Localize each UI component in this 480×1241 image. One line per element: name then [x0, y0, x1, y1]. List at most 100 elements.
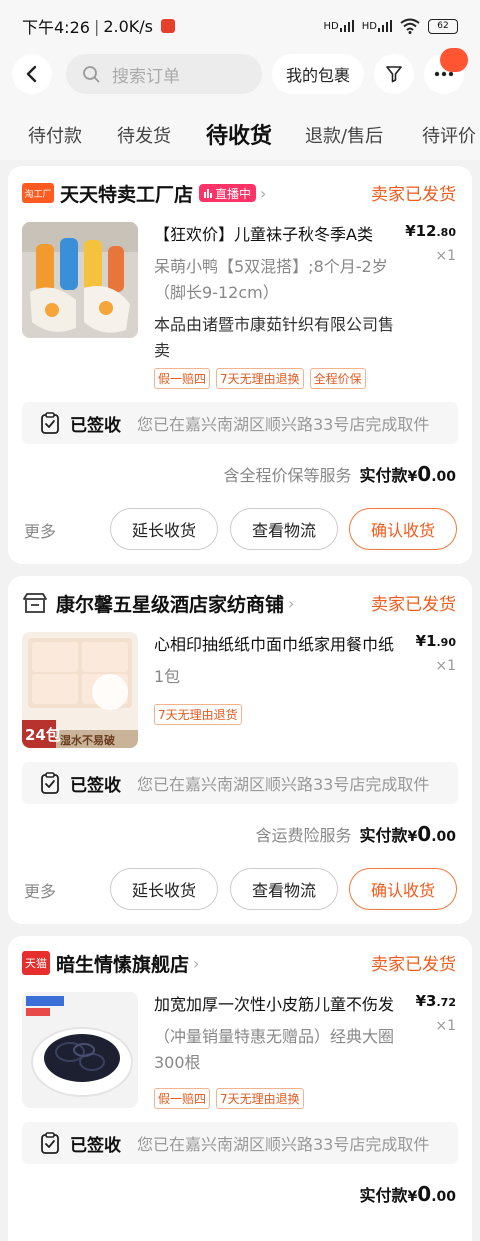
service-tag: 7天无理由退换: [216, 1088, 304, 1109]
confirm-receipt-button[interactable]: 确认收货: [349, 868, 457, 910]
tab-pending-receipt[interactable]: 待收货: [206, 118, 272, 150]
product-quantity: ×1: [435, 248, 456, 264]
clipboard-check-icon: [41, 412, 59, 434]
order-card[interactable]: 淘工厂 天天特卖工厂店 直播中 › 卖家已发货 【狂欢价】儿童袜子秋冬季A类 呆…: [8, 166, 472, 564]
product-price: ¥3.72: [416, 992, 456, 1010]
signal-label-2: HD: [361, 21, 377, 32]
paid-currency: ¥: [407, 1189, 418, 1205]
shop-name: 天天特卖工厂店: [60, 183, 194, 206]
product-price: ¥1.90: [416, 632, 456, 650]
logistics-status: 已签收: [70, 415, 121, 436]
order-card[interactable]: 天猫 暗生情愫旗舰店 › 卖家已发货 加宽加厚一次性小皮筋儿童不伤发 （冲量销量…: [8, 936, 472, 1241]
shop-header[interactable]: 天猫 暗生情愫旗舰店 ›: [22, 950, 199, 976]
search-row: 搜索订单 我的包裹: [0, 52, 480, 96]
view-logistics-button[interactable]: 查看物流: [230, 508, 338, 550]
search-icon: [83, 66, 100, 83]
paid-label: 实付款: [359, 826, 408, 845]
paid-label: 实付款: [359, 466, 408, 485]
product-image[interactable]: [22, 992, 138, 1108]
tab-pending-payment[interactable]: 待付款: [28, 122, 82, 148]
logistics-bar[interactable]: 已签收 您已在嘉兴南湖区顺兴路33号店完成取件: [22, 762, 458, 804]
extend-receipt-button[interactable]: 延长收货: [110, 508, 218, 550]
my-package-button[interactable]: 我的包裹: [272, 54, 364, 94]
service-tags: 假一赔四 7天无理由退换: [154, 1088, 304, 1109]
search-placeholder: 搜索订单: [112, 66, 180, 87]
logistics-detail: 您已在嘉兴南湖区顺兴路33号店完成取件: [137, 775, 430, 794]
filter-button[interactable]: [374, 54, 414, 94]
product-price: ¥12.80: [405, 222, 456, 240]
status-time: 下午4:26: [22, 18, 90, 37]
view-logistics-button[interactable]: 查看物流: [230, 868, 338, 910]
order-card[interactable]: 康尔馨五星级酒店家纺商铺 › 卖家已发货 24包 湿水不易破 心相印抽纸纸巾面巾…: [8, 576, 472, 924]
paid-integer: 0: [417, 462, 432, 486]
paid-decimal: .00: [431, 1189, 456, 1205]
shop-name: 暗生情愫旗舰店: [56, 953, 190, 976]
tab-pending-review[interactable]: 待评价: [422, 122, 476, 148]
tab-refund-aftersale[interactable]: 退款/售后: [305, 122, 383, 148]
logistics-status: 已签收: [70, 1135, 121, 1156]
price-decimal: .80: [436, 226, 457, 239]
product-title[interactable]: 心相印抽纸纸巾面巾纸家用餐巾纸: [154, 632, 406, 658]
status-speed: 2.0K/s: [103, 16, 153, 36]
shop-name: 康尔馨五星级酒店家纺商铺: [56, 593, 285, 616]
paid-amount: ¥0.00: [408, 1182, 456, 1206]
chevron-right-icon: ›: [260, 183, 267, 203]
product-quantity: ×1: [435, 658, 456, 674]
price-integer: ¥12: [405, 222, 437, 240]
price-integer: ¥3: [415, 992, 437, 1010]
order-status: 卖家已发货: [371, 185, 456, 205]
product-spec: 呆萌小鸭【5双混搭】;8个月-2岁（脚长9-12cm）: [154, 257, 388, 302]
chevron-left-icon: [26, 65, 37, 83]
product-spec: （冲量销量特惠无赠品）经典大圈300根: [154, 1027, 395, 1072]
taogongchang-logo-icon: 淘工厂: [22, 183, 54, 203]
logistics-bar[interactable]: 已签收 您已在嘉兴南湖区顺兴路33号店完成取件: [22, 402, 458, 444]
tab-pending-shipment[interactable]: 待发货: [117, 122, 171, 148]
filter-icon: [386, 66, 402, 83]
service-note: 含全程价保等服务: [223, 466, 352, 485]
product-title[interactable]: 加宽加厚一次性小皮筋儿童不伤发: [154, 992, 406, 1018]
paid-integer: 0: [417, 1182, 432, 1206]
product-title[interactable]: 【狂欢价】儿童袜子秋冬季A类: [154, 222, 406, 248]
shop-logo-text: 淘工厂: [24, 189, 52, 200]
confirm-receipt-button[interactable]: 确认收货: [349, 508, 457, 550]
live-badge: 直播中: [199, 184, 257, 202]
paid-decimal: .00: [431, 469, 456, 485]
payment-summary: 含全程价保等服务 实付款 ¥0.00: [223, 462, 456, 486]
search-input[interactable]: 搜索订单: [66, 54, 262, 94]
service-tag: 全程价保: [309, 368, 366, 389]
seller-note: 本品由诸暨市康茹针织有限公司售卖: [154, 315, 395, 360]
product-spec: 1包: [154, 667, 181, 686]
back-button[interactable]: [12, 54, 52, 94]
price-decimal: .72: [436, 996, 457, 1009]
battery-icon: 62: [428, 18, 458, 34]
chevron-right-icon: ›: [288, 593, 295, 613]
service-tags: 假一赔四 7天无理由退换 全程价保: [154, 368, 366, 389]
product-image[interactable]: [22, 222, 138, 338]
clipboard-check-icon: [41, 772, 59, 794]
paid-integer: 0: [417, 822, 432, 846]
paid-currency: ¥: [407, 469, 418, 485]
service-tag: 假一赔四: [154, 368, 211, 389]
logistics-status: 已签收: [70, 775, 121, 796]
service-tags: 7天无理由退货: [154, 704, 242, 725]
logistics-bar[interactable]: 已签收 您已在嘉兴南湖区顺兴路33号店完成取件: [22, 1122, 458, 1164]
paid-currency: ¥: [407, 829, 418, 845]
paid-decimal: .00: [431, 829, 456, 845]
logistics-detail: 您已在嘉兴南湖区顺兴路33号店完成取件: [137, 415, 430, 434]
shop-logo-text: 天猫: [25, 957, 47, 970]
chevron-right-icon: ›: [193, 953, 200, 973]
live-badge-label: 直播中: [215, 186, 252, 201]
logistics-detail: 您已在嘉兴南湖区顺兴路33号店完成取件: [137, 1135, 430, 1154]
service-tag: 7天无理由退货: [154, 704, 242, 725]
product-quantity: ×1: [435, 1018, 456, 1034]
wifi-icon: [400, 18, 420, 34]
shop-header[interactable]: 淘工厂 天天特卖工厂店 直播中 ›: [22, 180, 266, 206]
more-link[interactable]: 更多: [24, 518, 56, 542]
shop-header[interactable]: 康尔馨五星级酒店家纺商铺 ›: [22, 590, 294, 616]
more-link[interactable]: 更多: [24, 878, 56, 902]
paid-label: 实付款: [359, 1186, 408, 1205]
paid-amount: ¥0.00: [408, 822, 456, 846]
product-image[interactable]: 24包 湿水不易破: [22, 632, 138, 748]
service-tag: 7天无理由退换: [216, 368, 304, 389]
extend-receipt-button[interactable]: 延长收货: [110, 868, 218, 910]
